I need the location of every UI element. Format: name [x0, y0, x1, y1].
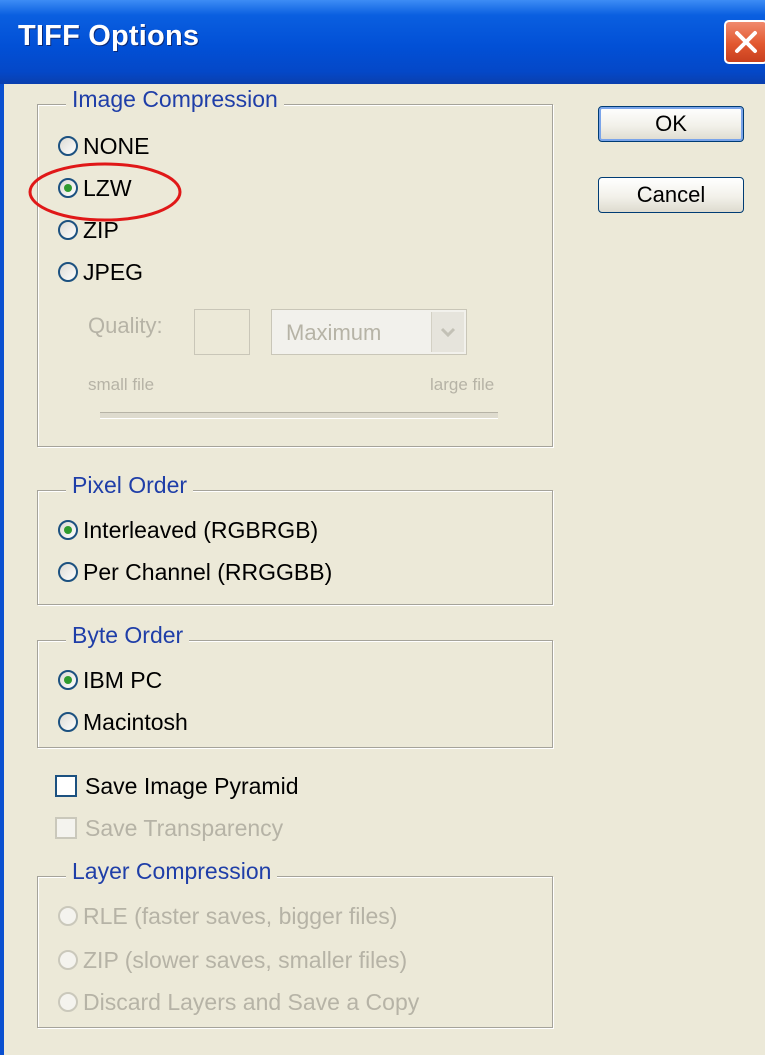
quality-label: Quality:: [88, 313, 163, 338]
radio-rle[interactable]: [58, 906, 78, 926]
small-file-label: small file: [88, 375, 155, 394]
close-button[interactable]: [724, 20, 765, 64]
compression-none-label: NONE: [83, 132, 150, 159]
save-transparency-checkbox[interactable]: [55, 817, 77, 839]
quality-select[interactable]: Maximum: [271, 309, 467, 355]
pixel-order-legend: Pixel Order: [66, 472, 194, 499]
quality-slider[interactable]: [100, 412, 498, 419]
compression-lzw-option[interactable]: LZW: [58, 170, 132, 206]
radio-discard[interactable]: [58, 992, 78, 1012]
radio-ibmpc[interactable]: [58, 670, 78, 690]
radio-layer-zip[interactable]: [58, 950, 78, 970]
save-image-pyramid-option[interactable]: Save Image Pyramid: [55, 768, 298, 804]
layer-discard-label: Discard Layers and Save a Copy: [83, 988, 420, 1015]
dropdown-button[interactable]: [431, 312, 464, 352]
layer-zip-option[interactable]: ZIP (slower saves, smaller files): [58, 942, 407, 978]
save-transparency-label: Save Transparency: [85, 814, 284, 841]
compression-zip-label: ZIP: [83, 216, 119, 243]
compression-lzw-label: LZW: [83, 174, 132, 201]
layer-rle-label: RLE (faster saves, bigger files): [83, 902, 398, 929]
tiff-options-dialog: TIFF Options OK Cancel Image Compression…: [0, 0, 765, 1055]
radio-macintosh[interactable]: [58, 712, 78, 732]
byte-macintosh-label: Macintosh: [83, 708, 188, 735]
radio-interleaved[interactable]: [58, 520, 78, 540]
save-transparency-option[interactable]: Save Transparency: [55, 810, 283, 846]
compression-none-option[interactable]: NONE: [58, 128, 149, 164]
radio-jpeg[interactable]: [58, 262, 78, 282]
layer-rle-option[interactable]: RLE (faster saves, bigger files): [58, 898, 397, 934]
chevron-down-icon: [440, 327, 456, 338]
image-compression-legend: Image Compression: [66, 86, 284, 113]
radio-zip[interactable]: [58, 220, 78, 240]
quality-select-value: Maximum: [286, 320, 382, 345]
title-bar[interactable]: TIFF Options: [0, 0, 765, 84]
layer-discard-option[interactable]: Discard Layers and Save a Copy: [58, 984, 419, 1020]
compression-jpeg-label: JPEG: [83, 258, 144, 285]
layer-compression-legend: Layer Compression: [66, 858, 278, 885]
byte-ibmpc-label: IBM PC: [83, 666, 163, 693]
dialog-title: TIFF Options: [18, 20, 200, 52]
radio-none[interactable]: [58, 136, 78, 156]
ok-button[interactable]: OK: [598, 106, 744, 142]
radio-lzw[interactable]: [58, 178, 78, 198]
pixel-interleaved-label: Interleaved (RGBRGB): [83, 516, 319, 543]
byte-order-legend: Byte Order: [66, 622, 190, 649]
byte-macintosh-option[interactable]: Macintosh: [58, 704, 188, 740]
compression-jpeg-option[interactable]: JPEG: [58, 254, 143, 290]
pixel-interleaved-option[interactable]: Interleaved (RGBRGB): [58, 512, 318, 548]
cancel-button[interactable]: Cancel: [598, 177, 744, 213]
save-image-pyramid-checkbox[interactable]: [55, 775, 77, 797]
large-file-label: large file: [430, 375, 495, 394]
window-border: [0, 84, 4, 1055]
radio-per-channel[interactable]: [58, 562, 78, 582]
save-image-pyramid-label: Save Image Pyramid: [85, 772, 299, 799]
pixel-per-channel-label: Per Channel (RRGGBB): [83, 558, 333, 585]
close-icon: [735, 31, 757, 53]
pixel-per-channel-option[interactable]: Per Channel (RRGGBB): [58, 554, 332, 590]
compression-zip-option[interactable]: ZIP: [58, 212, 119, 248]
byte-ibmpc-option[interactable]: IBM PC: [58, 662, 162, 698]
layer-zip-label: ZIP (slower saves, smaller files): [83, 946, 408, 973]
quality-input[interactable]: [194, 309, 250, 355]
